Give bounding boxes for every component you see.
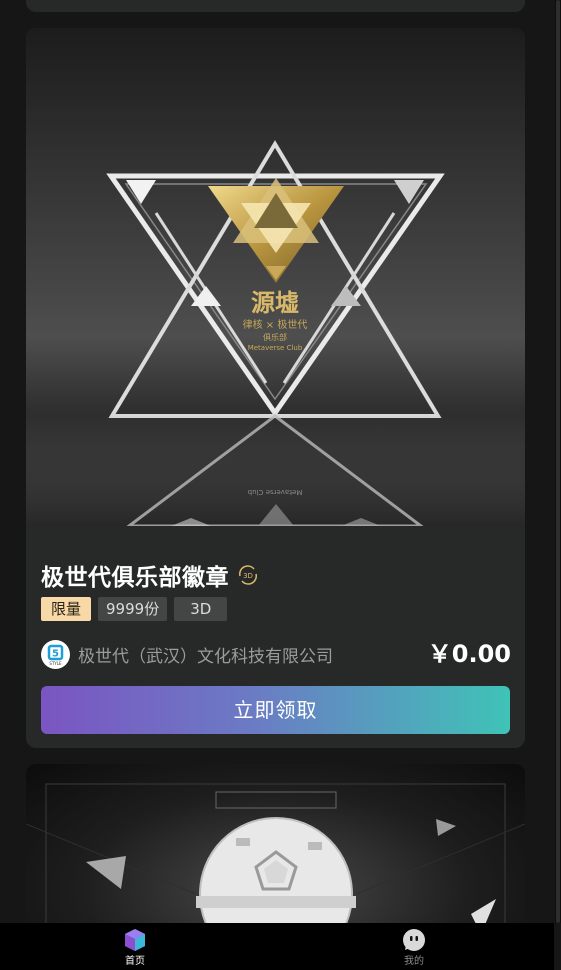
badge-artwork: 源墟 律核 × 极世代 俱乐部 Metaverse Club Metaverse…	[26, 140, 525, 526]
tab-mine[interactable]: 我的	[354, 923, 474, 970]
claim-button[interactable]: 立即领取	[41, 686, 510, 734]
reflection-english: Metaverse Club	[247, 488, 302, 496]
3d-rotate-icon: 3D	[237, 564, 259, 586]
issuer-row: 5 STYLE 极世代（武汉）文化科技有限公司 ￥0.00	[41, 639, 511, 669]
app-viewport: 源墟 律核 × 极世代 俱乐部 Metaverse Club Metaverse…	[0, 0, 561, 970]
previous-card[interactable]	[26, 0, 525, 12]
tab-home-label: 首页	[125, 956, 145, 967]
next-card-artwork	[26, 783, 525, 944]
svg-text:5: 5	[52, 648, 59, 659]
svg-text:STYLE: STYLE	[49, 661, 62, 666]
format-tag: 3D	[174, 597, 228, 621]
collectible-card[interactable]: 源墟 律核 × 极世代 俱乐部 Metaverse Club Metaverse…	[26, 28, 525, 748]
cube-icon	[123, 928, 147, 952]
title-row: 极世代俱乐部徽章 3D	[41, 558, 259, 592]
quantity-tag: 9999份	[98, 597, 168, 621]
scrollbar[interactable]	[555, 0, 561, 923]
tag-list: 限量 9999份 3D	[41, 597, 228, 621]
issuer-logo-icon: 5 STYLE	[41, 639, 70, 669]
next-card[interactable]	[26, 764, 525, 944]
tab-home[interactable]: 首页	[75, 923, 195, 970]
artwork-subtitle: 律核 × 极世代	[243, 318, 308, 331]
svg-text:3D: 3D	[243, 572, 253, 580]
tab-mine-label: 我的	[404, 956, 424, 967]
collectible-title: 极世代俱乐部徽章	[41, 565, 229, 591]
artwork-subtitle2: 俱乐部	[263, 332, 287, 342]
collectible-image[interactable]: 源墟 律核 × 极世代 俱乐部 Metaverse Club Metaverse…	[26, 28, 525, 526]
artwork-title: 源墟	[251, 289, 299, 317]
limited-tag: 限量	[41, 597, 92, 621]
scrollbar-thumb[interactable]	[556, 0, 560, 923]
issuer-name: 极世代（武汉）文化科技有限公司	[78, 646, 333, 667]
artwork-english: Metaverse Club	[248, 344, 303, 352]
robot-face-icon	[402, 928, 426, 952]
bottom-tab-bar: 首页 我的	[0, 923, 554, 970]
price: ￥0.00	[427, 640, 511, 668]
